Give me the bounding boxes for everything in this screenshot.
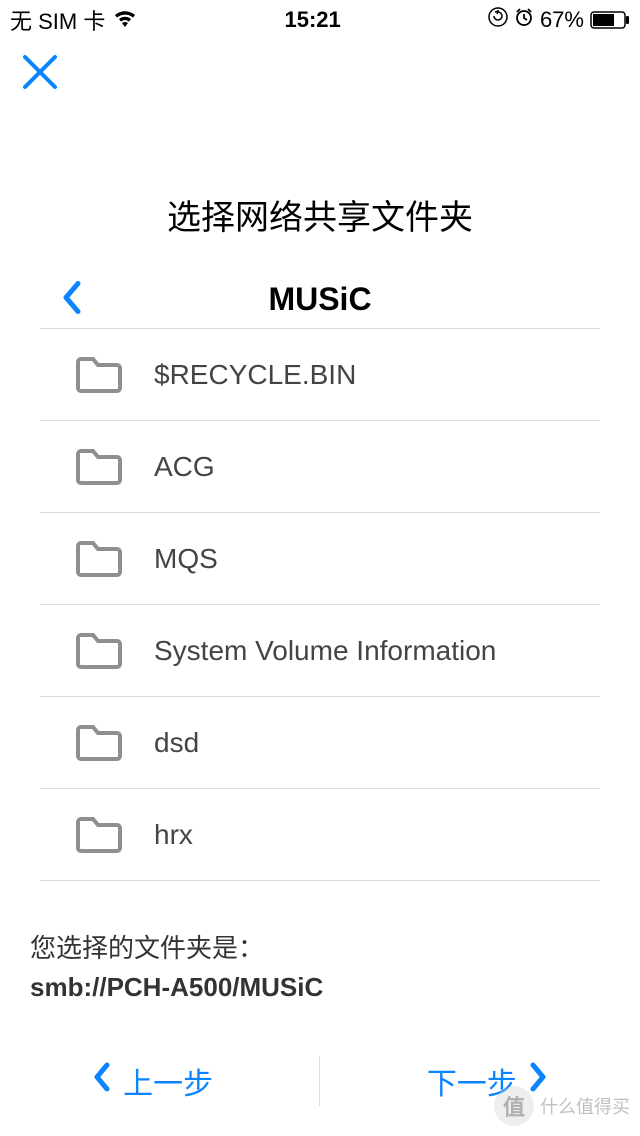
folder-label: $RECYCLE.BIN: [154, 359, 356, 391]
chevron-left-icon: [93, 1062, 111, 1100]
folder-label: MQS: [154, 543, 218, 575]
status-bar: 无 SIM 卡 15:21 67%: [0, 0, 640, 40]
rotation-lock-icon: [488, 7, 508, 33]
alarm-icon: [514, 7, 534, 33]
folder-icon: [76, 632, 122, 670]
selected-label: 您选择的文件夹是：: [30, 929, 640, 968]
battery-percent: 67%: [540, 7, 584, 33]
footer-divider: [319, 1056, 320, 1106]
watermark-badge: 值: [494, 1086, 534, 1126]
folder-row[interactable]: dsd: [40, 697, 600, 789]
close-icon: [21, 53, 59, 96]
folder-label: System Volume Information: [154, 635, 496, 667]
folder-icon: [76, 724, 122, 762]
folder-icon: [76, 356, 122, 394]
battery-icon: [590, 11, 630, 29]
folder-label: hrx: [154, 819, 193, 851]
breadcrumb-current: MUSiC: [40, 281, 600, 318]
folder-icon: [76, 540, 122, 578]
page-title: 选择网络共享文件夹: [0, 190, 640, 239]
carrier-text: 无 SIM 卡: [10, 4, 105, 36]
status-right: 67%: [488, 7, 630, 33]
folder-row[interactable]: ACG: [40, 421, 600, 513]
folder-row[interactable]: MQS: [40, 513, 600, 605]
close-button[interactable]: [18, 52, 62, 96]
status-left: 无 SIM 卡: [10, 4, 137, 36]
breadcrumb: MUSiC: [40, 271, 600, 329]
prev-label: 上一步: [123, 1059, 213, 1103]
watermark-text: 什么值得买: [540, 1093, 630, 1119]
chevron-left-icon: [62, 301, 82, 318]
watermark: 值 什么值得买: [494, 1086, 630, 1126]
status-time: 15:21: [285, 7, 341, 33]
prev-button[interactable]: 上一步: [93, 1059, 213, 1103]
folder-icon: [76, 448, 122, 486]
folder-icon: [76, 816, 122, 854]
selected-path: smb://PCH-A500/MUSiC: [30, 968, 640, 1007]
selected-folder-info: 您选择的文件夹是： smb://PCH-A500/MUSiC: [30, 929, 640, 1007]
back-button[interactable]: [62, 280, 82, 319]
folder-label: dsd: [154, 727, 199, 759]
folder-row[interactable]: System Volume Information: [40, 605, 600, 697]
wifi-icon: [113, 7, 137, 33]
folder-list: $RECYCLE.BIN ACG MQS System Volume Infor…: [40, 329, 600, 881]
folder-row[interactable]: hrx: [40, 789, 600, 881]
folder-row[interactable]: $RECYCLE.BIN: [40, 329, 600, 421]
folder-label: ACG: [154, 451, 215, 483]
